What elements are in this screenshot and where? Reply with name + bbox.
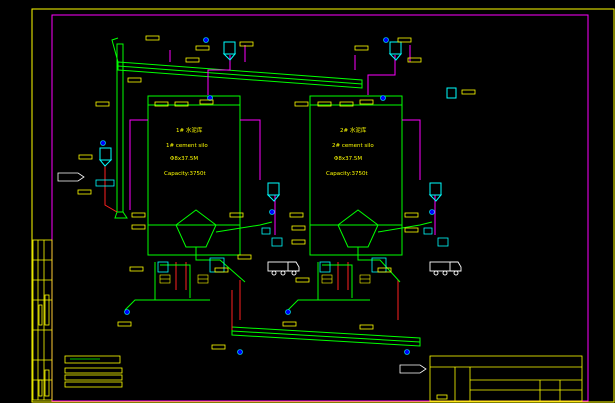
dust-collector-icon (98, 41, 457, 202)
tag-boxes (77, 35, 476, 350)
inner-border (51, 14, 589, 402)
bottom-air-slide (231, 326, 421, 347)
revision-strip (32, 239, 53, 401)
legend (64, 355, 123, 388)
valves (95, 179, 449, 273)
silo-2-size: Φ8x37.5M (334, 156, 362, 162)
silo-2-capacity: Capacity:3750t (326, 171, 368, 177)
dust-ducts (129, 45, 436, 235)
silo-1-labels: 1# 水泥库 1# cement silo Φ8x37.5M Capacity:… (164, 126, 208, 177)
top-air-slide (111, 37, 363, 89)
motor-icon (100, 37, 435, 355)
silo-1-title-cn: 1# 水泥库 (176, 126, 203, 134)
silo-1-title-en: 1# cement silo (166, 143, 208, 149)
silo-2-title-en: 2# cement silo (332, 143, 374, 149)
cement-silo-drawing: 1# 水泥库 1# cement silo Φ8x37.5M Capacity:… (31, 8, 615, 403)
outer-frame (31, 8, 615, 403)
title-block (429, 355, 583, 402)
silo-2-title-cn: 2# 水泥库 (340, 126, 367, 134)
silo-1-capacity: Capacity:3750t (164, 171, 206, 177)
silo-1-size: Φ8x37.5M (170, 156, 198, 162)
silo-2-labels: 2# 水泥库 2# cement silo Φ8x37.5M Capacity:… (326, 126, 374, 177)
cement-truck-icon (267, 261, 462, 276)
